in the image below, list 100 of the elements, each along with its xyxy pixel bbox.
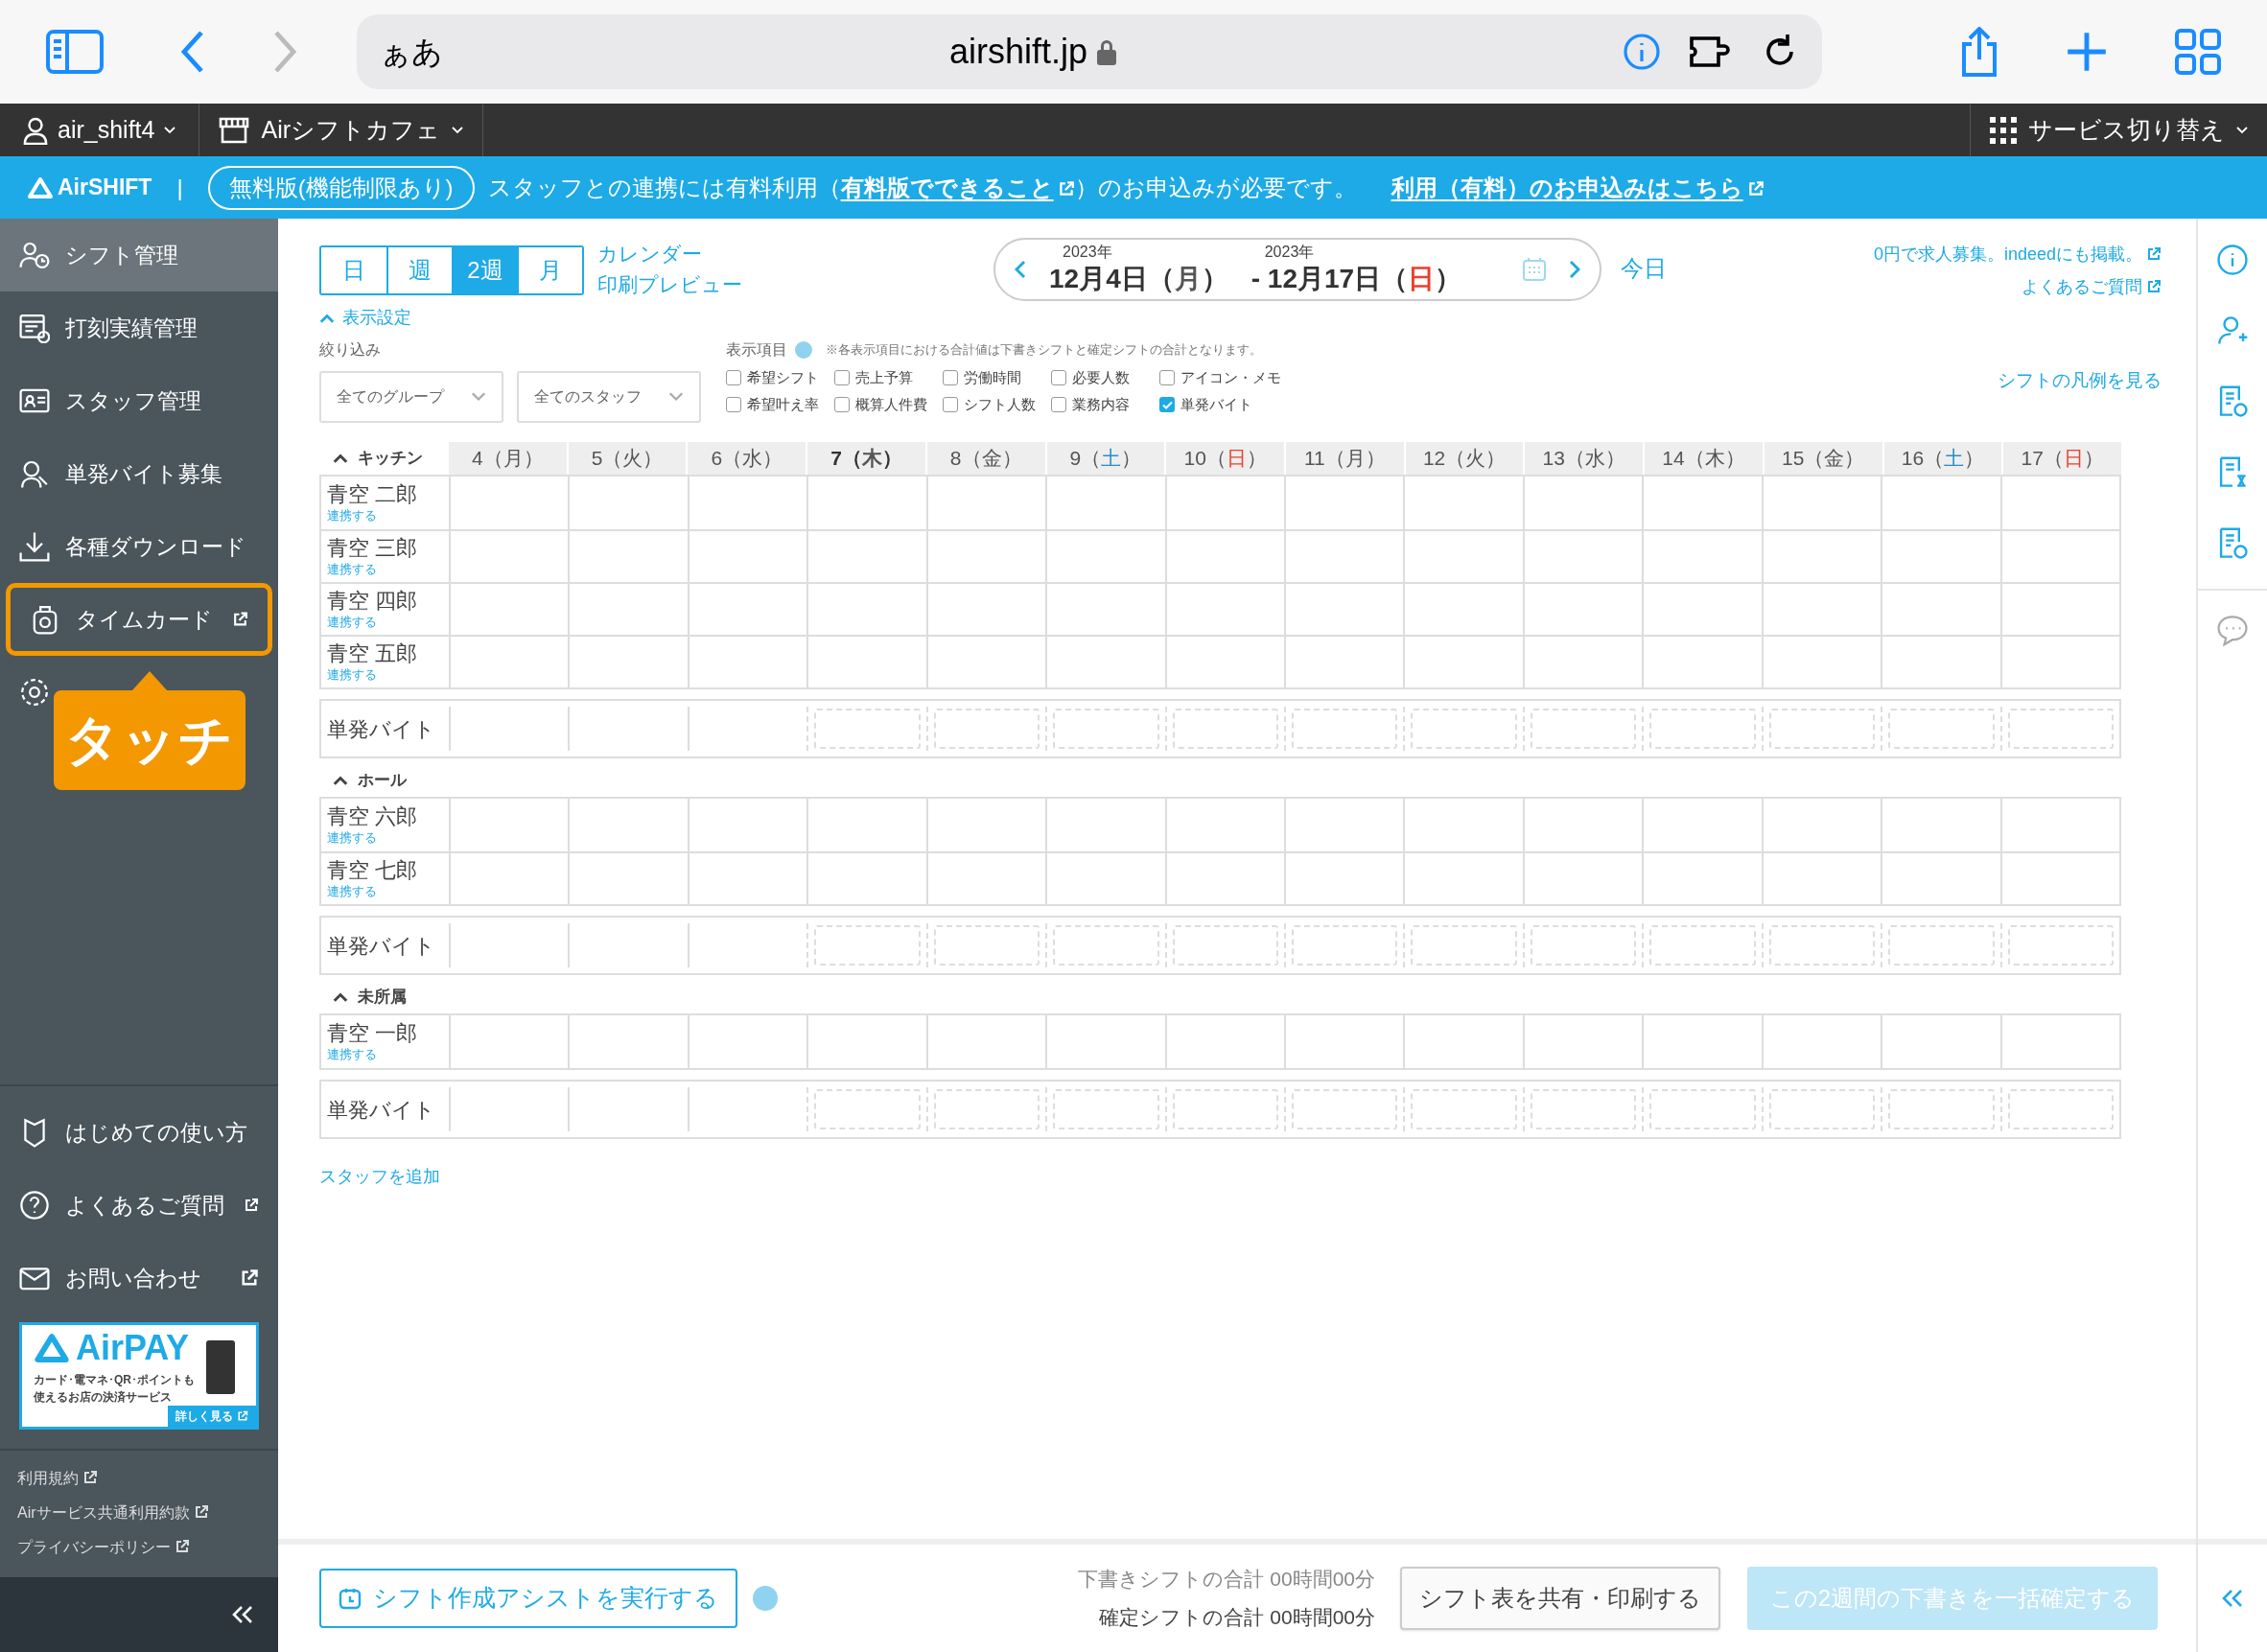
confirmed-total: 確定シフトの合計 00時間00分 xyxy=(1099,1605,1375,1630)
add-single-job-slot[interactable] xyxy=(1292,1089,1398,1129)
add-single-job-slot[interactable] xyxy=(1768,925,1876,966)
share-print-button[interactable]: シフト表を共有・印刷する xyxy=(1400,1567,1720,1630)
info-icon[interactable] xyxy=(2216,244,2249,276)
add-single-job-slot[interactable] xyxy=(2007,925,2114,966)
add-single-job-slot[interactable] xyxy=(1172,1089,1278,1129)
checkbox-option[interactable]: 希望シフト xyxy=(726,365,834,390)
footer-link[interactable]: Airサービス共通利用約款 xyxy=(17,1499,209,1527)
add-single-job-slot[interactable] xyxy=(1888,925,1995,966)
checkbox[interactable] xyxy=(1051,397,1066,412)
sidebar-item[interactable]: シフト管理 xyxy=(0,219,278,291)
add-single-job-slot[interactable] xyxy=(1172,925,1278,966)
tabs-overview-icon[interactable] xyxy=(2175,29,2221,75)
add-single-job-slot[interactable] xyxy=(1053,925,1159,966)
url-text: airshift.jp xyxy=(948,31,1088,73)
day-header: 4（月） xyxy=(447,442,567,475)
info-icon[interactable] xyxy=(1623,33,1661,71)
sidebar-item[interactable]: 各種ダウンロード xyxy=(0,510,278,583)
checkbox[interactable] xyxy=(1159,370,1175,385)
add-single-job-slot[interactable] xyxy=(933,709,1040,749)
checkbox[interactable] xyxy=(1159,397,1175,412)
add-single-job-slot[interactable] xyxy=(2007,1089,2114,1129)
add-single-job-slot[interactable] xyxy=(1888,709,1995,749)
checkbox-option[interactable]: 必要人数 xyxy=(1051,365,1159,390)
dropdown[interactable]: 全てのスタッフ xyxy=(517,371,701,423)
day-header: 12（火） xyxy=(1403,442,1524,475)
add-single-job-slot[interactable] xyxy=(814,925,921,966)
checkbox[interactable] xyxy=(1051,370,1066,385)
share-icon[interactable] xyxy=(1960,27,1998,77)
sidebar-item[interactable]: スタッフ管理 xyxy=(0,364,278,437)
back-icon[interactable] xyxy=(180,31,205,73)
add-single-job-slot[interactable] xyxy=(1292,709,1398,749)
logo-triangle-icon xyxy=(27,175,54,199)
checkbox[interactable] xyxy=(726,370,741,385)
checkbox[interactable] xyxy=(834,370,850,385)
airpay-ad-banner[interactable]: AirPAY カード･電マネ･QR･ポイントも 使えるお店の決済サービス 詳しく見る xyxy=(19,1322,259,1430)
add-single-job-slot[interactable] xyxy=(1053,709,1159,749)
add-single-job-slot[interactable] xyxy=(1649,709,1756,749)
external-link-icon xyxy=(237,1410,248,1422)
add-single-job-slot[interactable] xyxy=(933,925,1040,966)
add-single-job-slot[interactable] xyxy=(1172,709,1278,749)
new-tab-icon[interactable] xyxy=(2066,31,2108,73)
staff-name: 青空 四郎 xyxy=(327,588,419,614)
checkbox[interactable] xyxy=(943,370,958,385)
group-header[interactable]: キッチン xyxy=(319,442,447,475)
sidebar-item[interactable]: 単発バイト募集 xyxy=(0,437,278,510)
checkbox-option[interactable]: 概算人件費 xyxy=(834,392,943,417)
settings-item[interactable] xyxy=(19,677,50,708)
checkbox-option[interactable]: 業務内容 xyxy=(1051,392,1159,417)
date-range-picker[interactable]: 2023年 12月4日（月） 2023年 - 12月17日（日） xyxy=(993,238,1602,301)
add-single-job-slot[interactable] xyxy=(1768,709,1876,749)
sidebar-item[interactable]: よくあるご質問 xyxy=(0,1169,278,1242)
sidebar-toggle-icon[interactable] xyxy=(46,30,104,74)
add-single-job-slot[interactable] xyxy=(933,1089,1040,1129)
add-single-job-slot[interactable] xyxy=(814,709,921,749)
checkbox[interactable] xyxy=(834,397,850,412)
add-single-job-slot[interactable] xyxy=(1411,709,1517,749)
sidebar-item[interactable]: タイムカード xyxy=(6,583,272,656)
checkbox[interactable] xyxy=(726,397,741,412)
checkbox-option[interactable]: 希望叶え率 xyxy=(726,392,834,417)
sidebar-item[interactable]: はじめての使い方 xyxy=(0,1096,278,1169)
checkbox-option[interactable]: アイコン・メモ xyxy=(1159,365,1294,390)
add-single-job-slot[interactable] xyxy=(1411,1089,1517,1129)
chat-icon[interactable] xyxy=(2216,614,2249,646)
checkbox-option[interactable]: シフト人数 xyxy=(943,392,1051,417)
add-single-job-slot[interactable] xyxy=(814,1089,921,1129)
day-header: 9（土） xyxy=(1044,442,1165,475)
add-single-job-slot[interactable] xyxy=(1053,1089,1159,1129)
group-header[interactable]: ホール xyxy=(319,764,2121,797)
add-single-job-slot[interactable] xyxy=(1530,1089,1637,1129)
dropdown[interactable]: 全てのグループ xyxy=(319,371,503,423)
previous-icon[interactable] xyxy=(1015,260,1026,279)
footer-link[interactable]: プライバシーポリシー xyxy=(17,1533,190,1562)
sidebar-item[interactable]: 打刻実績管理 xyxy=(0,291,278,364)
text-size-button[interactable]: ぁあ xyxy=(380,29,443,75)
add-single-job-slot[interactable] xyxy=(2007,709,2114,749)
add-single-job-slot[interactable] xyxy=(1768,1089,1876,1129)
add-single-job-slot[interactable] xyxy=(1292,925,1398,966)
add-single-job-slot[interactable] xyxy=(1649,925,1756,966)
address-bar[interactable]: ぁあ airshift.jp xyxy=(357,14,1822,89)
add-single-job-slot[interactable] xyxy=(1530,925,1637,966)
next-icon[interactable] xyxy=(1569,260,1581,279)
add-person-icon[interactable] xyxy=(2216,314,2249,347)
calendar-icon[interactable] xyxy=(1523,258,1547,281)
checkbox[interactable] xyxy=(943,397,958,412)
add-single-job-slot[interactable] xyxy=(1649,1089,1756,1129)
sidebar-item[interactable]: お問い合わせ xyxy=(0,1242,278,1315)
day-header: 15（金） xyxy=(1762,442,1882,475)
add-single-job-slot[interactable] xyxy=(1411,925,1517,966)
footer-link[interactable]: 利用規約 xyxy=(17,1464,98,1493)
checkbox-option[interactable]: 労働時間 xyxy=(943,365,1051,390)
card-reader-drawing xyxy=(206,1340,235,1394)
group-header[interactable]: 未所属 xyxy=(319,981,2121,1013)
checkbox-option[interactable]: 売上予算 xyxy=(834,365,943,390)
airpay-logo: AirPAY xyxy=(76,1331,190,1365)
checkbox-option[interactable]: 単発バイト xyxy=(1159,392,1294,417)
external-link-icon xyxy=(175,1539,190,1554)
add-single-job-slot[interactable] xyxy=(1888,1089,1995,1129)
add-single-job-slot[interactable] xyxy=(1530,709,1637,749)
